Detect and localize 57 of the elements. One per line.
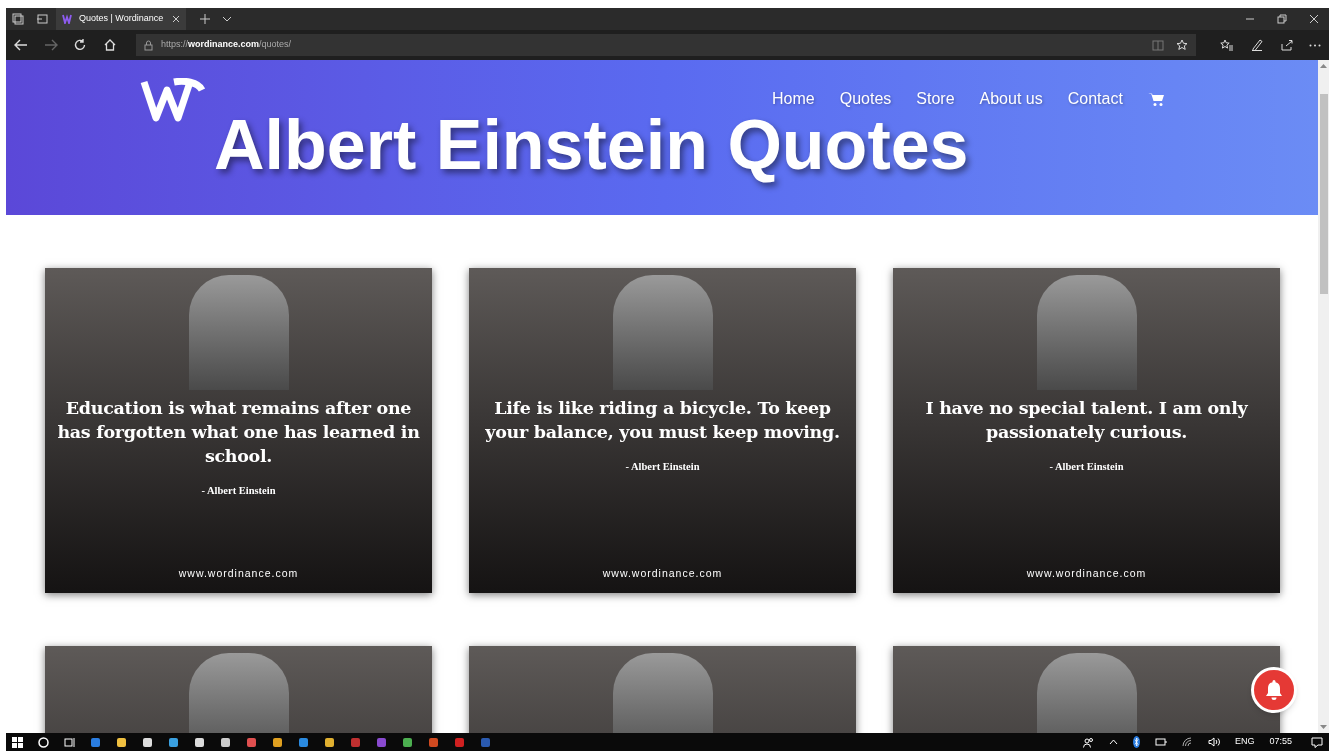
chevron-down-icon[interactable] xyxy=(222,14,232,24)
quote-text: Education is what remains after one has forgotten what one has learned in school. xyxy=(56,397,421,468)
browser-tab[interactable]: Quotes | Wordinance xyxy=(56,8,186,30)
scrollbar[interactable] xyxy=(1318,60,1329,733)
nav-link[interactable]: About us xyxy=(979,87,1043,111)
windows-start-icon[interactable] xyxy=(12,736,23,748)
more-icon[interactable] xyxy=(1309,43,1321,47)
tab-list-icon[interactable] xyxy=(12,13,24,25)
quote-card[interactable]: Education is what remains after one has forgotten what one has learned in school. - Albert Einstein www.wordinance.com xyxy=(45,268,432,593)
quote-text: I have no special talent. I am only passionately curious. xyxy=(924,397,1249,444)
volume-icon[interactable] xyxy=(1207,737,1220,747)
back-icon[interactable] xyxy=(14,39,28,51)
site-favicon xyxy=(62,14,72,24)
quote-card[interactable]: I have no special talent. I am only passionately curious. - Albert Einstein www.wordinance.com xyxy=(893,268,1280,593)
share-icon[interactable] xyxy=(1281,39,1293,51)
wifi-icon[interactable] xyxy=(1181,737,1193,747)
nav-link[interactable]: Home xyxy=(772,87,815,111)
url-text: https://wordinance.com/quotes/ xyxy=(161,38,292,52)
card-footer-url: www.wordinance.com xyxy=(177,566,300,582)
clock-time[interactable]: 07:55 xyxy=(1269,735,1292,749)
quote-author: - Albert Einstein xyxy=(200,484,277,498)
battery-icon[interactable] xyxy=(1154,738,1167,746)
nav-link[interactable]: Contact xyxy=(1067,87,1123,111)
pen-icon[interactable] xyxy=(1251,39,1263,51)
lock-icon xyxy=(144,39,153,51)
bluetooth-icon[interactable] xyxy=(1132,736,1140,748)
home-icon[interactable] xyxy=(104,39,116,51)
card-footer-url: www.wordinance.com xyxy=(1025,566,1148,582)
nav-link[interactable]: Store xyxy=(916,87,955,111)
tab-title: Quotes | Wordinance xyxy=(79,12,165,26)
notifications-icon[interactable] xyxy=(1311,736,1323,748)
tab-aside-icon[interactable] xyxy=(36,13,48,25)
refresh-icon[interactable] xyxy=(74,39,86,51)
quote-card[interactable]: Life is like riding a bicycle. To keep your balance, you must keep moving. - Albert Einstein www.wordinance.com xyxy=(469,268,856,593)
quote-author: - Albert Einstein xyxy=(624,460,701,474)
nav-link[interactable]: Quotes xyxy=(839,87,892,111)
chevron-up-icon[interactable] xyxy=(1108,739,1118,745)
close-tab-icon[interactable] xyxy=(172,15,180,23)
quote-author: - Albert Einstein xyxy=(1048,460,1125,474)
language-indicator[interactable]: ENG xyxy=(1234,735,1255,749)
card-footer-url: www.wordinance.com xyxy=(601,566,724,582)
close-icon[interactable] xyxy=(1309,14,1319,24)
new-tab-icon[interactable] xyxy=(200,14,210,24)
scroll-down-icon[interactable] xyxy=(1320,724,1327,730)
quote-text: Life is like riding a bicycle. To keep your balance, you must keep moving. xyxy=(484,397,841,444)
search-icon[interactable] xyxy=(38,736,49,748)
address-bar[interactable]: https://wordinance.com/quotes/ xyxy=(136,34,1196,56)
bell-icon xyxy=(1264,679,1284,701)
restore-icon[interactable] xyxy=(1277,14,1287,24)
task-view-icon[interactable] xyxy=(64,736,75,748)
forward-icon[interactable] xyxy=(44,39,58,51)
notification-bell-button[interactable] xyxy=(1251,667,1297,713)
favorites-icon[interactable] xyxy=(1220,39,1233,51)
scrollbar-thumb[interactable] xyxy=(1319,94,1328,294)
people-icon[interactable] xyxy=(1082,736,1094,748)
scroll-up-icon[interactable] xyxy=(1320,63,1327,69)
site-logo[interactable] xyxy=(140,78,206,122)
